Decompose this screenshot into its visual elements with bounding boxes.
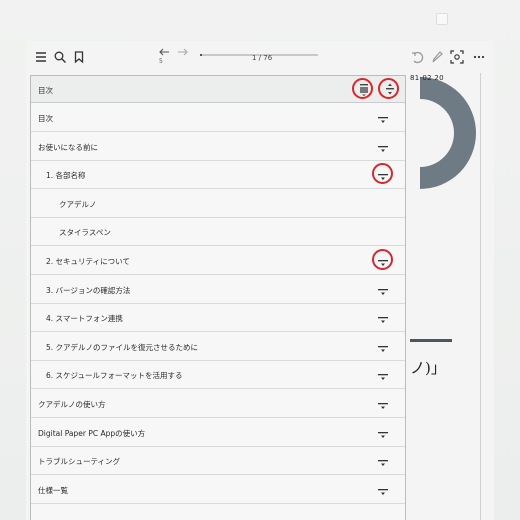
back-page-number: 5	[159, 58, 163, 65]
undo-icon[interactable]	[410, 50, 424, 64]
toc-item-label: 目次	[38, 114, 53, 123]
collapse-toggle-icon[interactable]	[377, 111, 389, 123]
toc-item-label: スタイラスペン	[59, 228, 111, 238]
document-text: ノ)」	[410, 359, 446, 377]
toc-item-label: クアデルノ	[59, 199, 97, 209]
collapse-toggle-icon[interactable]	[377, 140, 389, 152]
toolbar: 5 1 / 76	[26, 41, 494, 73]
toc-title: 目次	[38, 86, 53, 95]
page-progress-fill	[200, 54, 203, 56]
document-rule	[410, 339, 452, 342]
forward-icon[interactable]	[176, 47, 190, 61]
toc-item-label: 5. クアデルノのファイルを復元させるために	[46, 342, 199, 352]
collapse-all-icon	[360, 84, 368, 96]
toc-item-label: Digital Paper PC Appの使い方	[38, 428, 146, 438]
collapse-toggle-icon[interactable]	[377, 283, 389, 295]
collapse-toggle-icon[interactable]	[377, 311, 389, 324]
page-indicator: 1 / 76	[252, 54, 273, 62]
collapse-toggle-icon[interactable]	[377, 483, 389, 495]
collapse-toggle-icon[interactable]	[377, 368, 389, 381]
toc-panel: 目次 目次お使いになる前に 1. 各部名称クアデルノスタイラスペン 2. セキュリテ…	[30, 75, 406, 520]
toc-item[interactable]: クアデルノ	[31, 189, 405, 218]
collapse-toggle-icon[interactable]	[377, 168, 389, 181]
toc-item[interactable]: Digital Paper PC Appの使い方	[31, 418, 405, 447]
more-icon[interactable]	[472, 50, 486, 64]
toc-item[interactable]: 目次	[31, 103, 405, 132]
device-frame: 81-02 20 ノ)」 5 1 / 76 目次 目次 お使いになる前に 1. …	[0, 0, 520, 520]
collapse-toggle-icon[interactable]	[377, 426, 389, 438]
expand-all-icon	[386, 83, 394, 95]
toc-item[interactable]: クアデルノの使い方	[31, 389, 405, 418]
pen-icon[interactable]	[430, 50, 444, 64]
toc-item[interactable]: スタイラスペン	[31, 217, 405, 247]
bookmark-icon[interactable]	[72, 50, 86, 64]
collapse-toggle-icon[interactable]	[377, 454, 389, 467]
toc-item[interactable]: 5. クアデルノのファイルを復元させるために	[31, 332, 405, 361]
toc-item[interactable]: トラブルシューティング	[31, 446, 405, 476]
toc-item[interactable]: お使いになる前に	[31, 132, 405, 161]
screenshot-icon[interactable]	[450, 50, 464, 64]
toc-item-label: 2. セキュリティについて	[46, 257, 130, 266]
camera-icon	[436, 13, 448, 25]
toc-item[interactable]: 4. スマートフォン連携	[31, 303, 405, 333]
menu-icon[interactable]	[34, 50, 48, 64]
toc-item[interactable]: 仕様一覧	[31, 475, 405, 504]
collapse-all-button[interactable]	[356, 81, 372, 97]
screen: 81-02 20 ノ)」 5 1 / 76 目次 目次 お使いになる前に 1. …	[26, 41, 494, 520]
toc-item[interactable]: 1. 各部名称	[31, 160, 405, 190]
toc-item-label: クアデルノの使い方	[38, 400, 106, 409]
toc-item-label: トラブルシューティング	[38, 457, 121, 467]
toc-item-label: 仕様一覧	[38, 485, 68, 495]
toc-item-label: お使いになる前に	[38, 142, 98, 152]
toc-header: 目次	[31, 76, 405, 103]
toc-item-label: 6. スケジュールフォーマットを活用する	[46, 371, 183, 381]
collapse-toggle-icon[interactable]	[377, 340, 389, 352]
toc-item[interactable]: 6. スケジュールフォーマットを活用する	[31, 360, 405, 390]
toc-item[interactable]: 2. セキュリティについて	[31, 246, 405, 275]
search-icon[interactable]	[53, 50, 67, 64]
toc-item[interactable]: 3. バージョンの確認方法	[31, 275, 405, 304]
collapse-toggle-icon[interactable]	[377, 254, 389, 266]
collapse-toggle-icon[interactable]	[377, 397, 389, 409]
document-date: 81-02 20	[410, 74, 444, 82]
expand-all-button[interactable]	[382, 81, 398, 97]
toc-item-label: 1. 各部名称	[46, 171, 86, 181]
toc-item-label: 3. バージョンの確認方法	[46, 285, 131, 295]
toc-item-label: 4. スマートフォン連携	[46, 314, 123, 324]
